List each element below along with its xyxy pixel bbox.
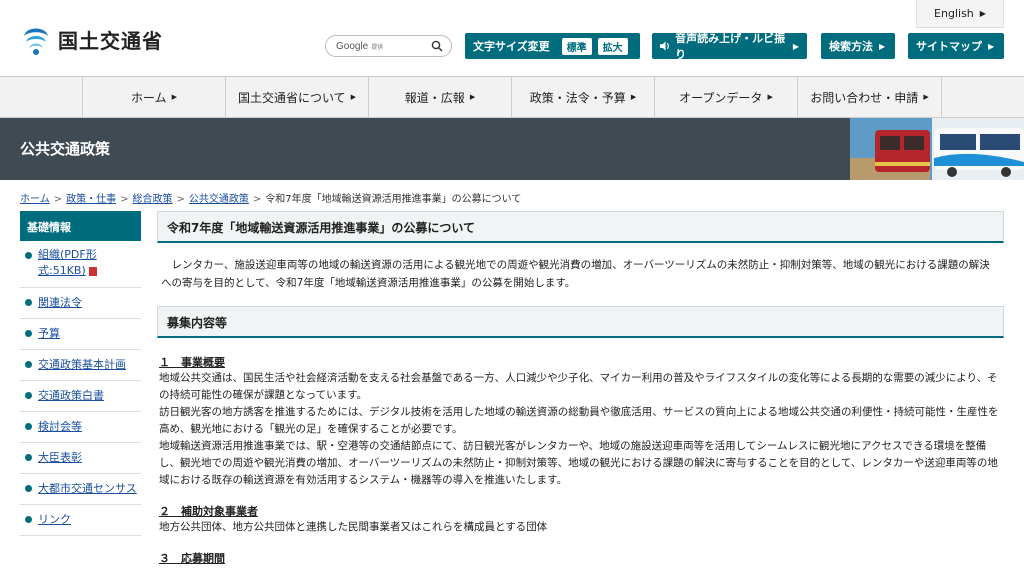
breadcrumb-home[interactable]: ホーム bbox=[20, 194, 50, 205]
sidebar-item-budget[interactable]: 予算 bbox=[20, 319, 141, 350]
sidebar-item-white-paper[interactable]: 交通政策白書 bbox=[20, 381, 141, 412]
sidebar-item-census[interactable]: 大都市交通センサス bbox=[20, 474, 141, 505]
gnav-item-press[interactable]: 報道・広報 ▶ bbox=[368, 77, 511, 117]
subsection-title-eligible: ２ 補助対象事業者 bbox=[159, 505, 258, 518]
sidebar-item-laws[interactable]: 関連法令 bbox=[20, 288, 141, 319]
section-heading: 募集内容等 bbox=[157, 306, 1004, 338]
section-title: 公共交通政策 bbox=[20, 140, 111, 158]
section-banner: 公共交通政策 bbox=[0, 118, 1024, 180]
global-nav: ホーム ▶ 国土交通省について ▶ 報道・広報 ▶ 政策・法令・予算 ▶ オープンデータ… bbox=[0, 76, 1024, 118]
sidebar-item-label[interactable]: 予算 bbox=[38, 327, 60, 340]
main-content: 令和7年度「地域輸送資源活用推進事業」の公募について レンタカー、施設送迎車両等… bbox=[157, 211, 1004, 566]
breadcrumb-current: 令和7年度「地域輸送資源活用推進事業」の公募について bbox=[265, 194, 522, 205]
eligible-paragraph: 地方公共団体、地方公共団体と連携した民間事業者又はこれらを構成員とする団体 bbox=[159, 521, 548, 533]
bullet-icon bbox=[25, 454, 32, 461]
search-method-button[interactable]: 検索方法 ▶ bbox=[821, 33, 895, 59]
breadcrumb-general-policy[interactable]: 総合政策 bbox=[132, 194, 172, 205]
sidebar-item-label[interactable]: 大臣表彰 bbox=[38, 451, 82, 464]
sidebar-item-links[interactable]: リンク bbox=[20, 505, 141, 536]
bullet-icon bbox=[25, 423, 32, 430]
breadcrumb: ホーム > 政策・仕事 > 総合政策 > 公共交通政策 > 令和7年度「地域輸送資源活用推進事業… bbox=[20, 190, 521, 205]
sitemap-label: サイトマップ bbox=[916, 40, 982, 53]
sidebar-heading: 基礎情報 bbox=[20, 211, 141, 241]
breadcrumb-public-transport[interactable]: 公共交通政策 bbox=[189, 194, 249, 205]
gnav-label: お問い合わせ・申請 bbox=[810, 90, 919, 105]
sidebar-item-committees[interactable]: 検討会等 bbox=[20, 412, 141, 443]
gnav-item-opendata[interactable]: オープンデータ ▶ bbox=[654, 77, 797, 117]
pdf-icon bbox=[88, 266, 97, 276]
sidebar-item-label[interactable]: リンク bbox=[38, 513, 71, 526]
overview-paragraph-2: 訪日観光客の地方誘客を推進するためには、デジタル技術を活用した地域の輸送資源の総… bbox=[159, 406, 999, 435]
subsection-title-period: ３ 応募期間 bbox=[159, 552, 225, 565]
banner-transport-image bbox=[850, 118, 1024, 180]
english-link[interactable]: English ▶ bbox=[916, 0, 1004, 28]
bullet-icon bbox=[25, 516, 32, 523]
subsection-title-overview: １ 事業概要 bbox=[159, 356, 225, 369]
bullet-icon bbox=[25, 392, 32, 399]
search-provider-label: 提供 bbox=[371, 43, 384, 51]
sidebar-item-label[interactable]: 交通政策基本計画 bbox=[38, 358, 126, 371]
sitemap-button[interactable]: サイトマップ ▶ bbox=[908, 33, 1004, 59]
site-header: 国土交通省 Google 提供 文字サイズ変更 標準 拡大 音声読み上げ・ルビ振… bbox=[0, 0, 1024, 76]
sidebar-item-organization[interactable]: 組織(PDF形式:51KB) bbox=[20, 241, 141, 288]
bullet-icon bbox=[25, 252, 32, 259]
mlit-emblem-icon bbox=[24, 28, 48, 55]
gnav-label: ホーム bbox=[130, 90, 167, 105]
search-icon[interactable] bbox=[431, 40, 443, 52]
chevron-right-icon: ▶ bbox=[988, 41, 995, 51]
gnav-label: 政策・法令・予算 bbox=[529, 90, 626, 105]
chevron-right-icon: ▶ bbox=[350, 93, 357, 101]
sidebar-item-label[interactable]: 関連法令 bbox=[38, 296, 82, 309]
chevron-right-icon: ▶ bbox=[171, 93, 178, 101]
gnav-item-policy[interactable]: 政策・法令・予算 ▶ bbox=[511, 77, 654, 117]
chevron-right-icon: ▶ bbox=[767, 93, 773, 101]
speaker-icon bbox=[660, 41, 669, 51]
breadcrumb-policy-work[interactable]: 政策・仕事 bbox=[66, 194, 116, 205]
sidebar-item-minister-award[interactable]: 大臣表彰 bbox=[20, 443, 141, 474]
sidebar: 基礎情報 組織(PDF形式:51KB) 関連法令 予算 交通政策基本計画 交通政… bbox=[20, 211, 141, 536]
sidebar-item-label[interactable]: 検討会等 bbox=[38, 420, 82, 433]
bullet-icon bbox=[25, 330, 32, 337]
breadcrumb-separator: > bbox=[252, 194, 262, 205]
lead-paragraph: レンタカー、施設送迎車両等の地域の輸送資源の活用による観光地での周遊や観光消費の… bbox=[161, 259, 990, 289]
page-title: 令和7年度「地域輸送資源活用推進事業」の公募について bbox=[157, 211, 1004, 243]
gnav-label: オープンデータ bbox=[679, 90, 763, 105]
read-aloud-button[interactable]: 音声読み上げ・ルビ振り ▶ bbox=[652, 32, 807, 61]
bullet-icon bbox=[25, 299, 32, 306]
font-size-control: 文字サイズ変更 標準 拡大 bbox=[465, 33, 640, 59]
search-method-label: 検索方法 bbox=[829, 40, 873, 53]
overview-paragraph-3: 地域輸送資源活用推進事業では、駅・空港等の交通結節点にて、訪日観光客がレンタカー… bbox=[159, 440, 998, 486]
gnav-item-about[interactable]: 国土交通省について ▶ bbox=[225, 77, 368, 117]
gnav-label: 報道・広報 bbox=[404, 90, 465, 105]
gnav-label: 国土交通省について bbox=[237, 90, 346, 105]
bullet-icon bbox=[25, 361, 32, 368]
read-aloud-label: 音声読み上げ・ルビ振り bbox=[675, 32, 786, 61]
gnav-item-home[interactable]: ホーム ▶ bbox=[82, 77, 225, 117]
overview-paragraph-1: 地域公共交通は、国民生活や社会経済活動を支える社会基盤である一方、人口減少や少子… bbox=[159, 372, 998, 401]
chevron-right-icon: ▶ bbox=[979, 9, 986, 18]
font-size-label: 文字サイズ変更 bbox=[473, 40, 550, 53]
chevron-right-icon: ▶ bbox=[792, 41, 799, 51]
logo-text: 国土交通省 bbox=[58, 28, 163, 53]
breadcrumb-separator: > bbox=[120, 194, 129, 205]
site-search-input[interactable]: Google 提供 bbox=[325, 35, 452, 57]
chevron-right-icon: ▶ bbox=[630, 93, 637, 101]
chevron-right-icon: ▶ bbox=[879, 41, 886, 51]
ministry-logo[interactable]: 国土交通省 bbox=[20, 22, 163, 56]
chevron-right-icon: ▶ bbox=[923, 93, 929, 101]
search-brand: Google bbox=[336, 40, 369, 52]
breadcrumb-separator: > bbox=[53, 194, 63, 205]
breadcrumb-separator: > bbox=[176, 194, 185, 205]
bullet-icon bbox=[25, 485, 32, 492]
gnav-item-contact[interactable]: お問い合わせ・申請 ▶ bbox=[797, 77, 942, 117]
sidebar-item-basic-plan[interactable]: 交通政策基本計画 bbox=[20, 350, 141, 381]
chevron-right-icon: ▶ bbox=[469, 93, 476, 101]
sidebar-item-label[interactable]: 大都市交通センサス bbox=[38, 482, 137, 495]
sidebar-item-label[interactable]: 交通政策白書 bbox=[38, 389, 104, 402]
font-size-large-button[interactable]: 拡大 bbox=[597, 37, 628, 55]
font-size-standard-button[interactable]: 標準 bbox=[561, 37, 592, 55]
english-label: English bbox=[934, 7, 974, 20]
